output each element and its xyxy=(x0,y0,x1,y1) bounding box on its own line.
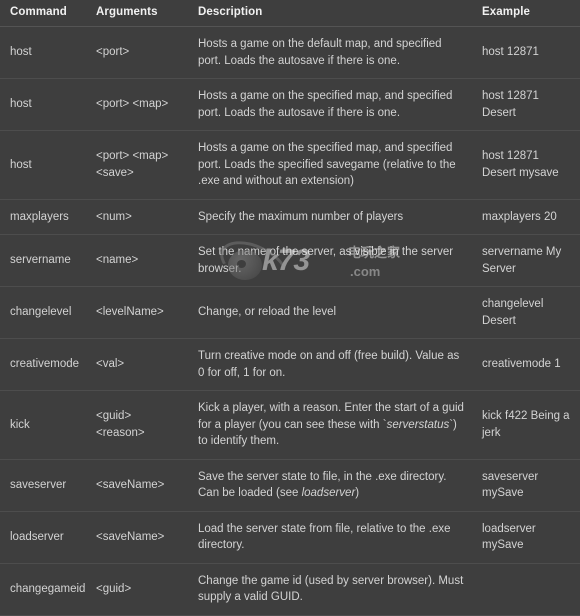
cell-example: host 12871 Desert mysave xyxy=(472,130,580,200)
cell-description: Change, or reload the level xyxy=(190,286,472,339)
cell-example: creativemode 1 xyxy=(472,338,580,391)
cell-example: saveserver mySave xyxy=(472,459,580,512)
cell-description: Hosts a game on the default map, and spe… xyxy=(190,26,472,79)
table-row: host <port> <map> <save> Hosts a game on t… xyxy=(0,130,580,200)
cell-command: host xyxy=(0,26,84,79)
cell-arguments: <port> xyxy=(84,26,190,79)
table-row: maxplayers <num> Specify the maximum numbe… xyxy=(0,199,580,235)
table-row: host <port> Hosts a game on the default ma… xyxy=(0,26,580,79)
cell-command: creativemode xyxy=(0,338,84,391)
cell-example: kick f422 Being a jerk xyxy=(472,390,580,460)
table-row: host <port> <map> Hosts a game on the spec… xyxy=(0,78,580,131)
table-row: kick <guid> <reason> Kick a player, with a… xyxy=(0,390,580,460)
cell-command: host xyxy=(0,78,84,131)
cell-command: maxplayers xyxy=(0,199,84,235)
cell-command: host xyxy=(0,130,84,200)
cell-command: changegameid xyxy=(0,563,85,616)
cell-description: Hosts a game on the specified map, and s… xyxy=(190,130,472,200)
table-row: servername <name> Set the name of the serv… xyxy=(0,234,580,287)
cell-arguments: <val> xyxy=(84,338,190,391)
cell-description: Specify the maximum number of players xyxy=(190,199,472,235)
cell-example: host 12871 Desert xyxy=(472,78,580,131)
column-header-example: Example xyxy=(472,0,580,27)
cell-command: loadserver xyxy=(0,511,84,564)
table-header: Command Arguments Description Example xyxy=(0,0,580,27)
column-header-arguments: Arguments xyxy=(84,0,190,27)
column-header-command: Command xyxy=(0,0,84,27)
cell-example: maxplayers 20 xyxy=(472,199,580,235)
table-row: saveserver <saveName> Save the server stat… xyxy=(0,459,580,512)
cell-example xyxy=(472,563,580,616)
cell-command: changelevel xyxy=(0,286,84,339)
cell-arguments: <guid> <reason> xyxy=(84,390,190,460)
cell-description: Change the game id (used by server brows… xyxy=(190,563,472,616)
cell-description: Hosts a game on the specified map, and s… xyxy=(190,78,472,131)
inline-code-emphasis: loadserver xyxy=(301,487,356,499)
table-row: changelevel <levelName> Change, or reload … xyxy=(0,286,580,339)
table-body: host <port> Hosts a game on the default ma… xyxy=(0,26,580,616)
cell-command: servername xyxy=(0,234,84,287)
cell-arguments: <guid> xyxy=(84,563,190,616)
cell-arguments: <num> xyxy=(84,199,190,235)
cell-arguments: <saveName> xyxy=(84,459,190,512)
cell-arguments: <name> xyxy=(84,234,190,287)
table-row: loadserver <saveName> Load the server stat… xyxy=(0,511,580,564)
cell-description: Kick a player, with a reason. Enter the … xyxy=(190,390,472,460)
inline-code-emphasis: serverstatus xyxy=(386,418,450,431)
cell-example: changelevel Desert xyxy=(472,286,580,339)
cell-example: host 12871 xyxy=(472,26,580,79)
table-row: creativemode <val> Turn creative mode on a… xyxy=(0,338,580,391)
inline-text: ) xyxy=(355,487,360,499)
table-header-row: Command Arguments Description Example xyxy=(0,0,580,27)
commands-table: Command Arguments Description Example ho… xyxy=(0,0,580,616)
cell-description: Set the name of the server, as visible i… xyxy=(190,234,472,287)
cell-arguments: <port> <map> xyxy=(84,78,190,131)
cell-arguments: <port> <map> <save> xyxy=(84,130,190,200)
table-row: changegameid <guid> Change the game id (us… xyxy=(0,563,580,616)
cell-description: Load the server state from file, relativ… xyxy=(190,511,472,564)
cell-description: Turn creative mode on and off (free buil… xyxy=(190,338,472,391)
cell-example: loadserver mySave xyxy=(472,511,580,564)
cell-example: servername My Server xyxy=(472,234,580,287)
column-header-description: Description xyxy=(190,0,472,27)
cell-command: kick xyxy=(0,390,84,460)
cell-arguments: <saveName> xyxy=(84,511,190,564)
cell-description: Save the server state to file, in the .e… xyxy=(190,459,472,512)
cell-arguments: <levelName> xyxy=(84,286,190,339)
cell-command: saveserver xyxy=(0,459,84,512)
